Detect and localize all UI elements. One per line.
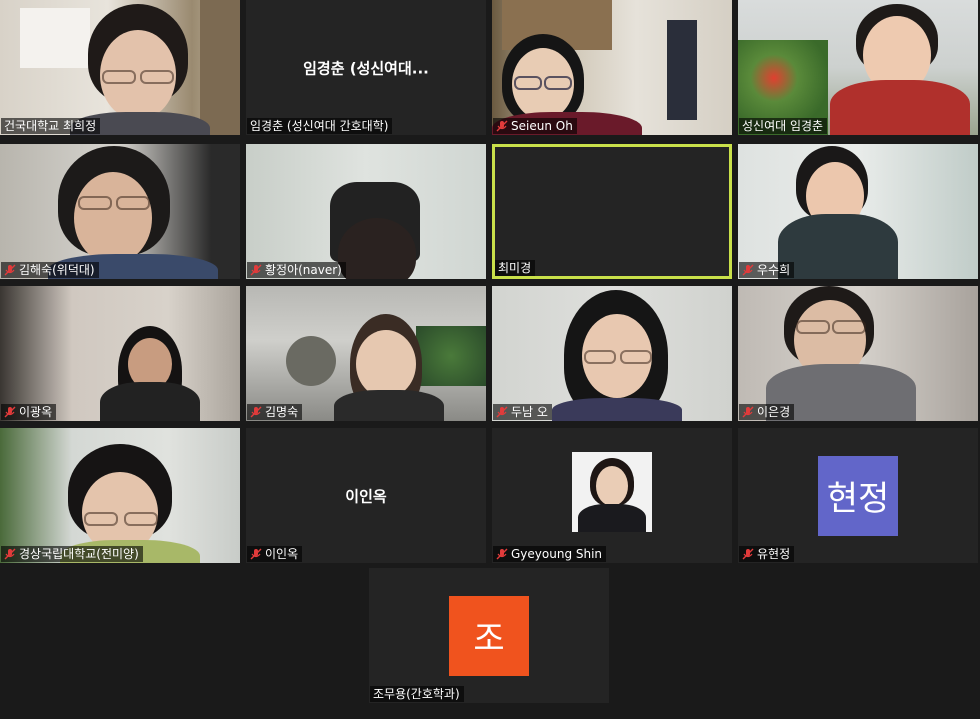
participant-name-label: 최미경 bbox=[495, 260, 536, 276]
participant-tile-5[interactable]: 황정아(naver) bbox=[246, 144, 486, 279]
video-feed bbox=[738, 0, 978, 135]
participant-name: 성신여대 임경춘 bbox=[742, 119, 824, 133]
avatar: 조 bbox=[449, 595, 529, 676]
participant-tile-8[interactable]: 이광옥 bbox=[0, 286, 240, 421]
participant-tile-9[interactable]: 김명숙 bbox=[246, 286, 486, 421]
participant-name-label: 두남 오 bbox=[493, 404, 552, 420]
mic-muted-icon bbox=[742, 264, 754, 276]
mic-muted-icon bbox=[4, 406, 16, 418]
participant-name: 김명숙 bbox=[265, 405, 299, 419]
participant-name: 이광옥 bbox=[19, 405, 53, 419]
video-feed bbox=[246, 286, 486, 421]
participant-name: Seieun Oh bbox=[511, 119, 573, 133]
mic-muted-icon bbox=[4, 264, 16, 276]
participant-name-label: 경상국립대학교(전미양) bbox=[1, 546, 143, 562]
participant-name-label: 이인옥 bbox=[247, 546, 303, 562]
mic-muted-icon bbox=[4, 548, 16, 560]
participant-display-name: 임경춘 (성신여대... bbox=[303, 59, 429, 77]
video-feed bbox=[0, 0, 240, 135]
video-feed bbox=[738, 144, 978, 279]
participant-name: Gyeyoung Shin bbox=[511, 547, 603, 561]
participant-tile-3[interactable]: 성신여대 임경춘 bbox=[738, 0, 978, 135]
participant-tile-12[interactable]: 경상국립대학교(전미양) bbox=[0, 428, 240, 563]
participant-name: 황정아(naver) bbox=[265, 263, 342, 277]
video-feed bbox=[738, 286, 978, 421]
mic-muted-icon bbox=[496, 406, 508, 418]
participant-name-label: 건국대학교 최희정 bbox=[1, 118, 101, 134]
participant-display-name: 이인옥 bbox=[345, 487, 387, 505]
participant-tile-1[interactable]: 임경춘 (성신여대... 임경춘 (성신여대 간호대학) bbox=[246, 0, 486, 135]
participant-tile-4[interactable]: 김해숙(위덕대) bbox=[0, 144, 240, 279]
video-feed bbox=[0, 286, 240, 421]
mic-muted-icon bbox=[496, 120, 508, 132]
participant-name: 건국대학교 최희정 bbox=[4, 119, 97, 133]
participant-tile-14[interactable]: Gyeyoung Shin bbox=[492, 428, 732, 563]
participant-tile-7[interactable]: 우수희 bbox=[738, 144, 978, 279]
participant-name: 두남 오 bbox=[511, 405, 548, 419]
participant-tile-6[interactable]: 최미경 bbox=[492, 144, 732, 279]
avatar: 현정 bbox=[818, 455, 898, 536]
participant-name-label: 우수희 bbox=[739, 262, 795, 278]
mic-muted-icon bbox=[742, 548, 754, 560]
mic-muted-icon bbox=[250, 548, 262, 560]
participant-name-label: 황정아(naver) bbox=[247, 262, 346, 278]
participant-name-label: 김해숙(위덕대) bbox=[1, 262, 99, 278]
mic-muted-icon bbox=[250, 264, 262, 276]
mic-muted-icon bbox=[250, 406, 262, 418]
participant-name-label: Seieun Oh bbox=[493, 118, 577, 134]
participant-name-label: 김명숙 bbox=[247, 404, 303, 420]
participant-name: 경상국립대학교(전미양) bbox=[19, 547, 139, 561]
participant-tile-15[interactable]: 현정 유현정 bbox=[738, 428, 978, 563]
participant-name: 최미경 bbox=[498, 261, 532, 275]
participant-tile-11[interactable]: 이은경 bbox=[738, 286, 978, 421]
participant-tile-0[interactable]: 건국대학교 최희정 bbox=[0, 0, 240, 135]
participant-name-label: Gyeyoung Shin bbox=[493, 546, 607, 562]
video-feed bbox=[492, 144, 732, 279]
participant-name-label: 성신여대 임경춘 bbox=[739, 118, 828, 134]
video-feed bbox=[0, 144, 240, 279]
video-feed bbox=[492, 286, 732, 421]
mic-muted-icon bbox=[496, 548, 508, 560]
participant-name: 우수희 bbox=[757, 263, 791, 277]
participant-name: 김해숙(위덕대) bbox=[19, 263, 95, 277]
participant-name-label: 유현정 bbox=[739, 546, 795, 562]
profile-photo bbox=[572, 451, 652, 532]
participant-name: 유현정 bbox=[757, 547, 791, 561]
participant-name: 임경춘 (성신여대 간호대학) bbox=[250, 119, 389, 133]
participant-name: 이은경 bbox=[757, 405, 791, 419]
participant-tile-2[interactable]: Seieun Oh bbox=[492, 0, 732, 135]
video-feed bbox=[246, 144, 486, 279]
participant-name: 이인옥 bbox=[265, 547, 299, 561]
participant-name-label: 조무용(간호학과) bbox=[370, 686, 464, 702]
participant-name: 조무용(간호학과) bbox=[373, 687, 460, 701]
participant-tile-10[interactable]: 두남 오 bbox=[492, 286, 732, 421]
mic-muted-icon bbox=[742, 406, 754, 418]
participant-tile-16[interactable]: 조 조무용(간호학과) bbox=[369, 568, 609, 703]
video-feed bbox=[0, 428, 240, 563]
video-feed bbox=[492, 0, 732, 135]
participant-tile-13[interactable]: 이인옥 이인옥 bbox=[246, 428, 486, 563]
participant-name-label: 이은경 bbox=[739, 404, 795, 420]
participant-name-label: 이광옥 bbox=[1, 404, 57, 420]
participant-name-label: 임경춘 (성신여대 간호대학) bbox=[247, 118, 393, 134]
